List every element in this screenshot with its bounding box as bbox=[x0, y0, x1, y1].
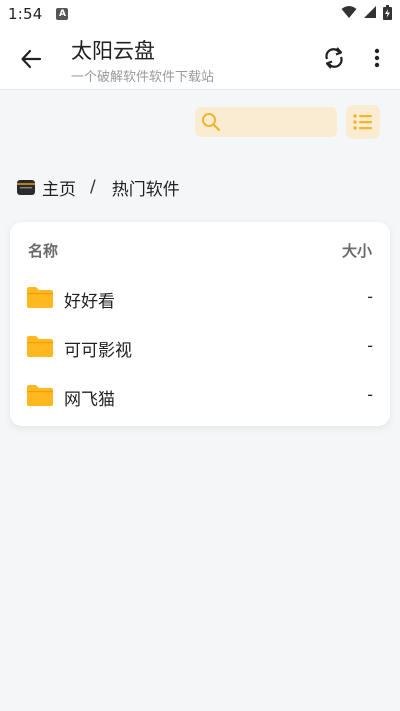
sync-icon bbox=[325, 47, 343, 69]
file-list: 名称 大小 好好看 - 可可影视 - 网飞猫 - bbox=[10, 222, 390, 426]
file-name: 可可影视 bbox=[64, 341, 132, 361]
battery-charging-icon bbox=[383, 4, 392, 24]
file-size: - bbox=[367, 287, 373, 306]
file-name: 好好看 bbox=[64, 292, 115, 312]
file-row[interactable]: 好好看 - bbox=[10, 274, 390, 322]
folder-icon bbox=[27, 384, 53, 410]
file-list-header: 名称 大小 bbox=[10, 222, 390, 274]
search-box[interactable] bbox=[195, 107, 337, 137]
breadcrumb-current[interactable]: 热门软件 bbox=[112, 175, 180, 200]
cell-signal-icon bbox=[363, 5, 377, 23]
page-title: 太阳云盘 bbox=[71, 39, 155, 63]
list-icon bbox=[353, 114, 372, 130]
file-name: 网飞猫 bbox=[64, 390, 115, 410]
breadcrumb: 主页 / 热门软件 bbox=[16, 174, 180, 200]
arrow-left-icon bbox=[21, 49, 42, 69]
status-bar: 1:54 A bbox=[0, 0, 400, 28]
status-icons bbox=[341, 4, 392, 24]
page-subtitle: 一个破解软件软件下载站 bbox=[71, 70, 215, 85]
more-options-button[interactable] bbox=[364, 42, 390, 74]
notification-badge: A bbox=[56, 8, 69, 20]
more-vertical-icon bbox=[374, 48, 380, 68]
wifi-icon bbox=[341, 5, 357, 23]
home-icon[interactable] bbox=[16, 177, 36, 197]
status-time: 1:54 bbox=[8, 5, 43, 23]
refresh-button[interactable] bbox=[318, 42, 350, 74]
app-bar: 太阳云盘 一个破解软件软件下载站 bbox=[0, 28, 400, 90]
search-icon bbox=[201, 112, 221, 136]
file-row[interactable]: 可可影视 - bbox=[10, 323, 390, 371]
column-header-size[interactable]: 大小 bbox=[342, 240, 372, 261]
view-toggle-button[interactable] bbox=[346, 105, 380, 139]
column-header-name[interactable]: 名称 bbox=[28, 240, 58, 261]
breadcrumb-home[interactable]: 主页 bbox=[42, 175, 76, 200]
file-row[interactable]: 网飞猫 - bbox=[10, 372, 390, 420]
file-size: - bbox=[367, 385, 373, 404]
back-button[interactable] bbox=[14, 42, 48, 76]
search-input[interactable] bbox=[225, 111, 329, 133]
folder-icon bbox=[27, 286, 53, 312]
folder-icon bbox=[27, 335, 53, 361]
breadcrumb-separator: / bbox=[90, 177, 96, 197]
file-size: - bbox=[367, 336, 373, 355]
